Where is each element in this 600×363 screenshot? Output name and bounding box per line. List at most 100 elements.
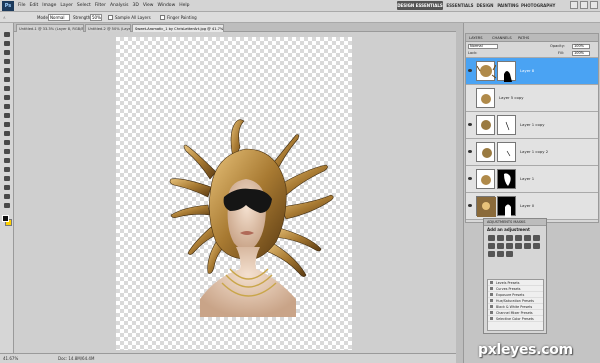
visibility-eye-icon[interactable] xyxy=(468,149,473,154)
exposure-icon[interactable] xyxy=(515,235,522,241)
tab-channels[interactable]: CHANNELS xyxy=(492,34,512,42)
brightness-contrast-icon[interactable] xyxy=(488,235,495,241)
opacity-input[interactable]: 100% xyxy=(572,44,590,49)
layer-row-layer-8[interactable]: Layer 8 xyxy=(466,58,598,85)
smudge-tool-icon[interactable] xyxy=(3,139,11,146)
menu-analysis[interactable]: Analysis xyxy=(110,1,129,10)
fill-input[interactable]: 100% xyxy=(572,51,590,56)
workspace-painting[interactable]: PAINTING xyxy=(497,1,519,10)
finger-painting-checkbox[interactable] xyxy=(160,15,165,20)
brush-tool-icon[interactable] xyxy=(3,94,11,101)
document-size: Doc: 14.8M/64.4M xyxy=(58,356,95,361)
workspace-design-essentials[interactable]: DESIGN ESSENTIALS xyxy=(397,1,443,10)
visibility-eye-icon[interactable] xyxy=(468,95,473,100)
move-tool-icon[interactable] xyxy=(3,31,11,38)
smudge-tool-icon[interactable]: ☝ xyxy=(3,13,5,22)
menu-file[interactable]: File xyxy=(18,1,26,10)
visibility-eye-icon[interactable] xyxy=(468,122,473,127)
layer-name: Layer 5 copy xyxy=(499,95,524,100)
close-button[interactable] xyxy=(590,1,598,9)
zoom-level[interactable]: 41.67% xyxy=(3,355,18,363)
posterize-icon[interactable] xyxy=(533,243,540,249)
history-brush-tool-icon[interactable] xyxy=(3,112,11,119)
mode-select[interactable]: Normal xyxy=(48,14,70,21)
visibility-eye-icon[interactable] xyxy=(468,176,473,181)
crop-tool-icon[interactable] xyxy=(3,67,11,74)
shape-tool-icon[interactable] xyxy=(3,184,11,191)
tool-options-bar: ☝ Mode: Normal Strength: 50% Sample All … xyxy=(0,12,600,23)
visibility-eye-icon[interactable] xyxy=(468,68,473,73)
zoom-tool-icon[interactable] xyxy=(3,202,11,209)
photoshop-logo: Ps xyxy=(2,1,14,11)
tab-document-active[interactable]: Sweet-Aromatic_1 by ChrisLetterArt.jpg @… xyxy=(132,24,224,32)
blend-mode-select[interactable]: Normal xyxy=(468,44,498,49)
menu-layer[interactable]: Layer xyxy=(60,1,73,10)
menu-select[interactable]: Select xyxy=(77,1,91,10)
foreground-color-swatch[interactable] xyxy=(2,215,9,222)
black-white-icon[interactable] xyxy=(497,243,504,249)
quick-select-tool-icon[interactable] xyxy=(3,58,11,65)
strength-input[interactable]: 50% xyxy=(90,14,102,21)
layer-mask-thumbnail xyxy=(497,169,516,189)
layer-row-layer-1-copy[interactable]: Layer 1 copy xyxy=(466,112,598,139)
eyedropper-tool-icon[interactable] xyxy=(3,76,11,83)
color-balance-icon[interactable] xyxy=(488,243,495,249)
menu-filter[interactable]: Filter xyxy=(95,1,106,10)
menu-help[interactable]: Help xyxy=(179,1,189,10)
type-tool-icon[interactable] xyxy=(3,166,11,173)
selective-color-icon[interactable] xyxy=(506,251,513,257)
finger-painting-label: Finger Painting xyxy=(167,15,197,20)
dodge-tool-icon[interactable] xyxy=(3,148,11,155)
layer-row-layer-0[interactable]: Layer 0 xyxy=(466,193,598,220)
hue-saturation-icon[interactable] xyxy=(533,235,540,241)
lasso-tool-icon[interactable] xyxy=(3,49,11,56)
tab-document-2[interactable]: Untitled-2 @ 50% (Layer 3, RGB/8#) xyxy=(85,24,131,32)
layer-name: Layer 0 xyxy=(520,203,535,208)
vibrance-icon[interactable] xyxy=(524,235,531,241)
photo-filter-icon[interactable] xyxy=(506,243,513,249)
layer-row-layer-1-copy-2[interactable]: Layer 1 copy 2 xyxy=(466,139,598,166)
workspace-design[interactable]: DESIGN xyxy=(476,1,494,10)
menu-view[interactable]: View xyxy=(143,1,154,10)
gradient-tool-icon[interactable] xyxy=(3,130,11,137)
levels-icon[interactable] xyxy=(497,235,504,241)
menu-3d[interactable]: 3D xyxy=(132,1,138,10)
channel-mixer-icon[interactable] xyxy=(515,243,522,249)
clone-stamp-tool-icon[interactable] xyxy=(3,103,11,110)
hand-tool-icon[interactable] xyxy=(3,193,11,200)
adjustments-panel-tab[interactable]: ADJUSTMENTS MASKS xyxy=(484,219,546,226)
sample-all-layers-label: Sample All Layers xyxy=(115,15,151,20)
sample-all-layers-checkbox[interactable] xyxy=(108,15,113,20)
gradient-map-icon[interactable] xyxy=(497,251,504,257)
menu-image[interactable]: Image xyxy=(42,1,56,10)
healing-brush-tool-icon[interactable] xyxy=(3,85,11,92)
marquee-tool-icon[interactable] xyxy=(3,40,11,47)
tab-layers[interactable]: LAYERS xyxy=(469,34,483,42)
lock-label: Lock: xyxy=(468,51,478,55)
layers-controls: Normal Opacity: 100% Lock: Fill: 100% xyxy=(466,42,598,58)
adjustment-presets-list: Levels Presets Curves Presets Exposure P… xyxy=(487,279,544,331)
canvas[interactable] xyxy=(116,37,352,350)
pen-tool-icon[interactable] xyxy=(3,157,11,164)
curves-icon[interactable] xyxy=(506,235,513,241)
layer-row-layer-1[interactable]: Layer 1 xyxy=(466,166,598,193)
workspace-photography[interactable]: PHOTOGRAPHY xyxy=(521,1,555,10)
workspace-essentials[interactable]: ESSENTIALS xyxy=(446,1,474,10)
menu-window[interactable]: Window xyxy=(158,1,176,10)
layer-row-layer-5-copy[interactable]: Layer 5 copy xyxy=(466,85,598,112)
layers-panel-tabs: LAYERS CHANNELS PATHS xyxy=(466,34,598,42)
threshold-icon[interactable] xyxy=(488,251,495,257)
minimize-button[interactable] xyxy=(570,1,578,9)
menu-edit[interactable]: Edit xyxy=(30,1,39,10)
layers-panel: LAYERS CHANNELS PATHS Normal Opacity: 10… xyxy=(465,33,599,223)
visibility-eye-icon[interactable] xyxy=(468,203,473,208)
layer-thumbnail xyxy=(476,142,495,162)
path-selection-tool-icon[interactable] xyxy=(3,175,11,182)
maximize-button[interactable] xyxy=(580,1,588,9)
eraser-tool-icon[interactable] xyxy=(3,121,11,128)
preset-item[interactable]: Selective Color Presets xyxy=(488,316,543,322)
tab-document-1[interactable]: Untitled-1 @ 33.3% (Layer 8, RGB/8#) xyxy=(16,24,84,32)
tab-paths[interactable]: PATHS xyxy=(518,34,529,42)
status-bar: 41.67% Doc: 14.8M/64.4M xyxy=(0,353,456,363)
invert-icon[interactable] xyxy=(524,243,531,249)
